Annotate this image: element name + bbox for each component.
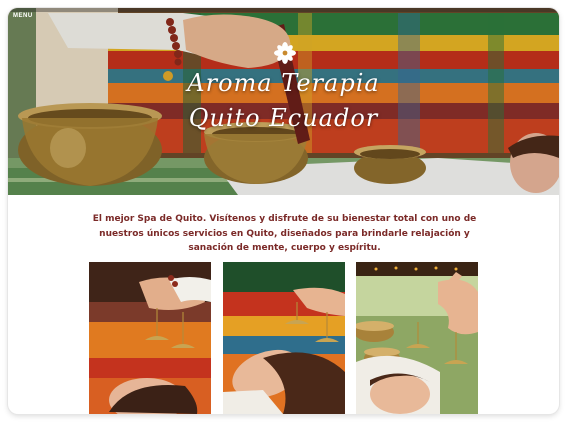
gallery-photo-3[interactable] <box>356 262 478 414</box>
flower-icon <box>274 42 296 64</box>
hero-title-line1: Aroma Terapia <box>187 69 380 97</box>
hero-image <box>8 8 559 195</box>
photo-singing-bells-woman-2 <box>223 262 345 414</box>
intro-text: El mejor Spa de Quito. Visítenos y disfr… <box>92 214 477 253</box>
menu-button[interactable]: MENU <box>13 13 33 19</box>
gallery-photo-1[interactable] <box>89 262 211 414</box>
page-card: MENU Aroma Terapia Quito Ecuador El mejo… <box>8 8 559 414</box>
hero-banner: MENU Aroma Terapia Quito Ecuador <box>8 8 559 195</box>
photo-singing-bells-woman-1 <box>89 262 211 414</box>
photo-tibetan-bowls-woman <box>356 262 478 414</box>
gallery-photo-2[interactable] <box>223 262 345 414</box>
hero-title-line2: Quito Ecuador <box>188 104 379 132</box>
